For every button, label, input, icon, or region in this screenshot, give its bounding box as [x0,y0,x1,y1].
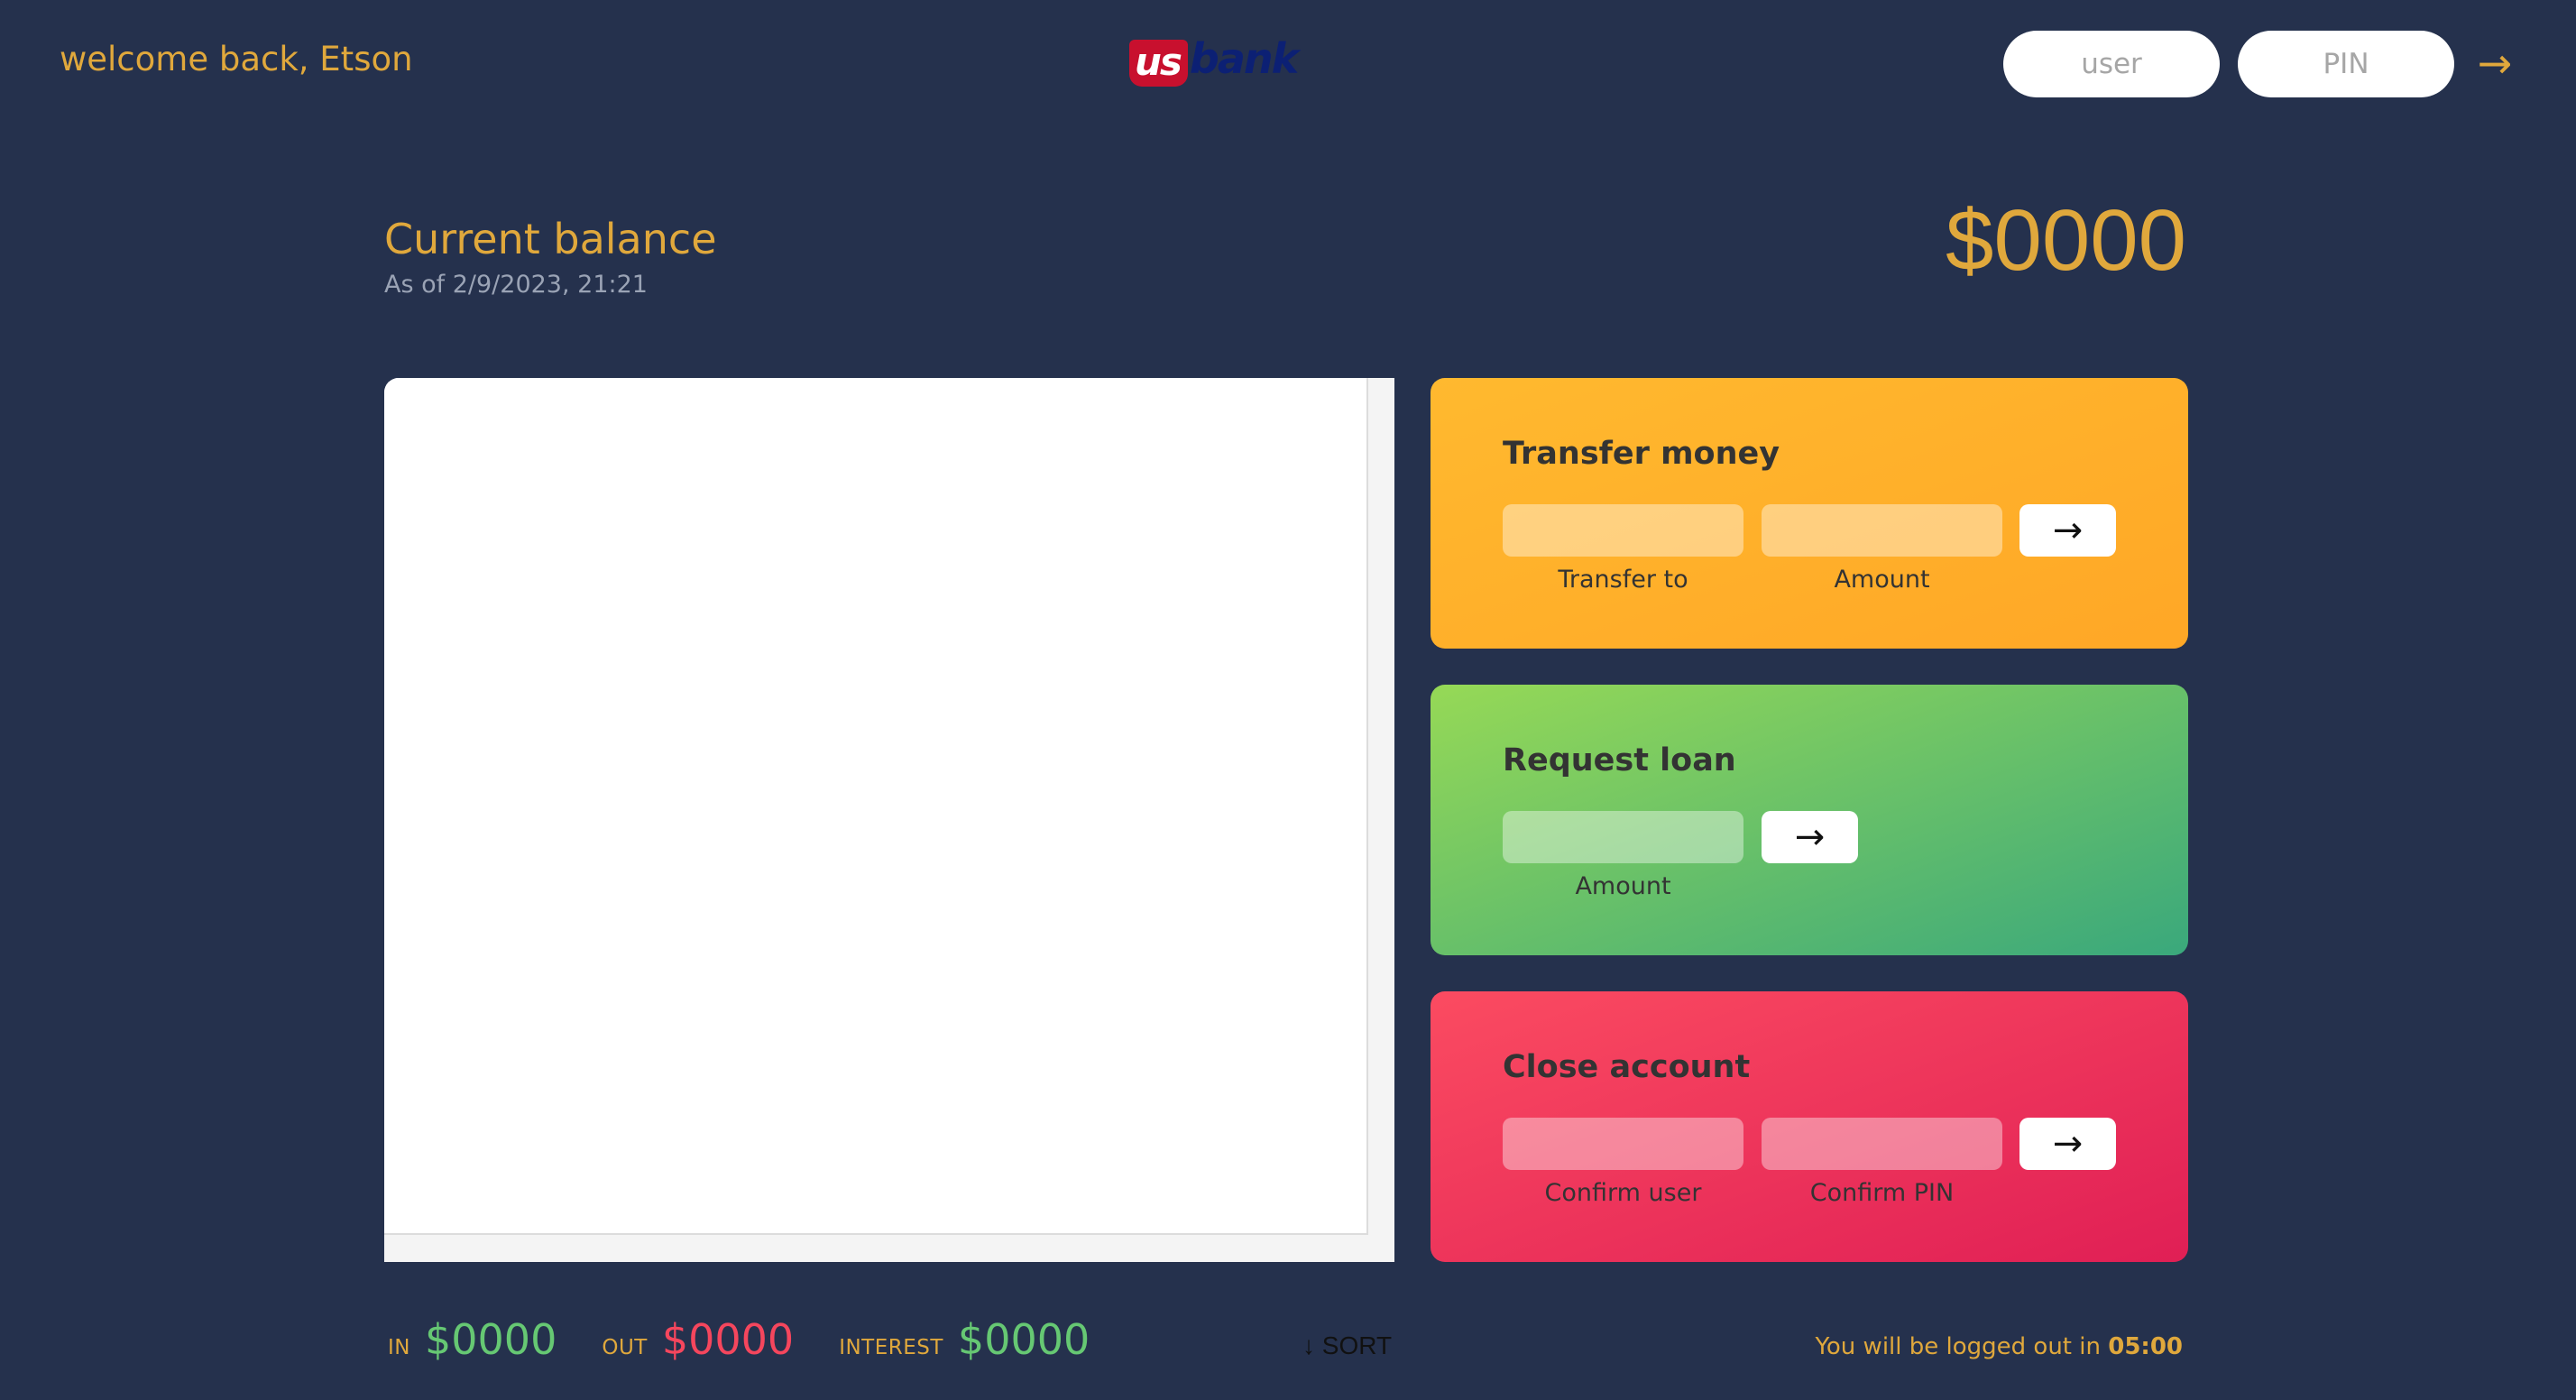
close-account-submit-button[interactable]: → [2019,1118,2116,1170]
confirm-user-input[interactable] [1503,1118,1743,1170]
summary-bar: IN $0000 OUT $0000 INTEREST $0000 [388,1315,1135,1364]
logo-bank-text: bank [1189,34,1299,83]
sort-button[interactable]: ↓ SORT [1302,1331,1392,1360]
login-pin-input[interactable] [2238,31,2454,97]
movements-panel[interactable] [384,378,1394,1262]
welcome-message: welcome back, Etson [60,40,413,78]
transfer-to-label: Transfer to [1558,566,1688,594]
logo-us-mark: us [1129,40,1188,87]
summary-in-label: IN [388,1336,410,1359]
summary-interest-label: INTEREST [839,1336,943,1359]
transfer-submit-button[interactable]: → [2019,504,2116,557]
loan-title: Request loan [1503,742,1736,778]
confirm-pin-input[interactable] [1762,1118,2002,1170]
balance-value: $0000 [1946,192,2186,289]
login-button[interactable]: → [2470,36,2520,90]
summary-interest-value: $0000 [957,1315,1090,1364]
loan-amount-input[interactable] [1503,811,1743,863]
loan-card: Request loan → Amount [1431,685,2188,955]
close-account-card: Close account → Confirm user Confirm PIN [1431,991,2188,1262]
summary-out-value: $0000 [661,1315,795,1364]
logout-timer-value: 05:00 [2108,1333,2183,1360]
login-user-input[interactable] [2003,31,2220,97]
transfer-title: Transfer money [1503,436,1780,472]
transfer-to-input[interactable] [1503,504,1743,557]
loan-submit-button[interactable]: → [1762,811,1858,863]
balance-label: Current balance [384,215,717,263]
summary-in-value: $0000 [425,1315,557,1364]
loan-amount-label: Amount [1575,872,1671,900]
confirm-user-label: Confirm user [1544,1179,1702,1207]
logout-timer-prefix: You will be logged out in [1815,1333,2109,1360]
transfer-amount-label: Amount [1834,566,1930,594]
transfer-amount-input[interactable] [1762,504,2002,557]
close-account-title: Close account [1503,1049,1751,1085]
movements-list [384,378,1368,1235]
logout-timer: You will be logged out in 05:00 [1815,1333,2183,1360]
app: welcome back, Etson us bank → Current ba… [0,0,2576,1400]
summary-out-label: OUT [602,1336,648,1359]
balance-date: As of 2/9/2023, 21:21 [384,271,648,299]
confirm-pin-label: Confirm PIN [1809,1179,1955,1207]
transfer-card: Transfer money → Transfer to Amount [1431,378,2188,649]
bank-logo: us bank [1129,34,1299,87]
